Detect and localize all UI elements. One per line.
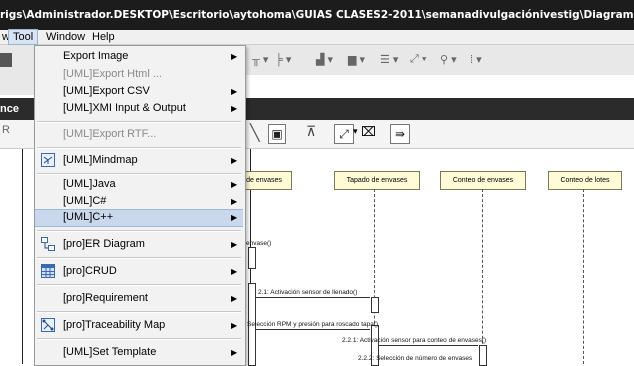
mindmap-icon xyxy=(41,153,55,167)
menu-item-requirement[interactable]: [pro]Requirement ▶ xyxy=(35,287,243,309)
select-icon[interactable]: R xyxy=(2,124,10,136)
align-icon[interactable]: ╥ ▾ xyxy=(252,53,268,66)
window-title: rigs\Administrador.DESKTOP\Escritorio\ay… xyxy=(0,9,634,21)
message-arrow[interactable] xyxy=(378,345,478,346)
menu-item-traceability-map[interactable]: [pro]Traceability Map ▶ xyxy=(35,314,243,336)
menu-help[interactable]: Help xyxy=(88,30,119,44)
arrow-tool-icon[interactable]: ⤢ xyxy=(334,124,354,144)
message-label: 2.1: Activación sensor de llenado() xyxy=(258,289,358,296)
lifeline-dash xyxy=(583,189,584,364)
grid-tool-icon[interactable]: ⌧ xyxy=(361,124,376,140)
menu-bar: w Tool Window Help xyxy=(0,29,634,45)
menu-separator xyxy=(37,147,241,149)
menu-item-er-diagram[interactable]: [pro]ER Diagram ▶ xyxy=(35,233,243,255)
message-label: 2.2.1: Activación sensor para conteo de … xyxy=(342,337,487,344)
submenu-arrow-icon: ▶ xyxy=(231,213,238,222)
distribute-icon[interactable]: ⁞ ▾ xyxy=(470,53,482,66)
menu-separator xyxy=(37,338,241,340)
submenu-arrow-icon: ▶ xyxy=(231,156,238,165)
menu-item-export-csv[interactable]: [UML]Export CSV ▶ xyxy=(35,83,243,101)
lifeline-box[interactable]: Conteo de envases xyxy=(440,171,526,190)
menu-window[interactable]: Window xyxy=(42,30,89,44)
snap-tool-icon[interactable]: ⇛ xyxy=(390,124,410,144)
fill-color-icon[interactable]: ▟ ▾ xyxy=(316,53,333,66)
activation-box[interactable] xyxy=(248,247,256,269)
activation-box[interactable] xyxy=(371,297,379,313)
lifeline-box[interactable]: Conteo de lotes xyxy=(548,171,622,190)
menu-separator xyxy=(37,284,241,286)
menu-tool[interactable]: Tool xyxy=(8,29,39,45)
message-label: 2.: Selección RPM y presión para roscado… xyxy=(238,321,379,328)
menu-separator xyxy=(37,121,241,123)
menu-separator xyxy=(37,311,241,313)
toolbar-icon[interactable] xyxy=(0,53,12,67)
submenu-arrow-icon: ▶ xyxy=(231,52,238,61)
pin-tool-icon[interactable]: ⊼ xyxy=(306,123,316,140)
panel-label: nce xyxy=(0,103,19,115)
line-tool-icon[interactable]: ╲ xyxy=(250,123,260,143)
activation-box[interactable] xyxy=(479,345,487,366)
window-title-bar: rigs\Administrador.DESKTOP\Escritorio\ay… xyxy=(0,0,634,30)
message-arrow[interactable] xyxy=(256,329,370,330)
menu-item-java[interactable]: [UML]Java ▶ xyxy=(35,176,243,193)
tool-menu-dropdown: Export Image ▶ [UML]Export Html ... [UML… xyxy=(34,45,246,366)
submenu-arrow-icon: ▶ xyxy=(231,321,238,330)
submenu-arrow-icon: ▶ xyxy=(231,197,238,206)
menu-separator xyxy=(37,230,241,232)
submenu-arrow-icon: ▶ xyxy=(231,104,238,113)
message-arrow[interactable] xyxy=(256,297,370,298)
message-label: envase() xyxy=(246,240,272,247)
menu-separator xyxy=(37,173,241,175)
message-label: 2.2.2: Selección de número de envases xyxy=(358,355,473,362)
menu-item-mindmap[interactable]: [UML]Mindmap ▶ xyxy=(35,150,243,170)
submenu-arrow-icon: ▶ xyxy=(231,180,238,189)
submenu-arrow-icon: ▶ xyxy=(231,348,238,357)
line-type-icon[interactable]: ⤢ ▾ xyxy=(410,53,426,66)
menu-item-crud[interactable]: [pro]CRUD ▶ xyxy=(35,260,243,282)
menu-separator xyxy=(37,257,241,259)
line-color-icon[interactable]: ▆ ▾ xyxy=(348,53,365,66)
menu-item-cpp[interactable]: [UML]C++ ▶ xyxy=(35,209,243,227)
align-left-icon[interactable]: ╞ ▾ xyxy=(275,53,291,66)
submenu-arrow-icon: ▶ xyxy=(231,267,238,276)
menu-item-csharp[interactable]: [UML]C# ▶ xyxy=(35,193,243,210)
layout-icon[interactable]: ⚲ ▾ xyxy=(440,53,457,66)
er-diagram-icon xyxy=(41,237,55,251)
frame-border-left xyxy=(22,149,23,364)
line-style-icon[interactable]: ☰ ▾ xyxy=(380,53,398,66)
menu-item-set-template[interactable]: [UML]Set Template ▶ xyxy=(35,341,243,363)
frame-tool-icon[interactable]: ▣ xyxy=(268,124,286,144)
menu-item-export-rtf: [UML]Export RTF... xyxy=(63,128,157,140)
menu-item-export-image[interactable]: Export Image ▶ xyxy=(35,48,243,66)
menu-item-export-html: [UML]Export Html ... xyxy=(63,68,163,80)
lifeline-box[interactable]: Tapado de envases xyxy=(334,171,420,190)
traceability-map-icon xyxy=(41,318,55,332)
crud-table-icon xyxy=(41,264,55,278)
submenu-arrow-icon: ▶ xyxy=(231,294,238,303)
menu-item-xmi[interactable]: [UML]XMI Input & Output ▶ xyxy=(35,100,243,118)
arrow-dropdown-icon[interactable]: ▾ xyxy=(353,126,358,137)
submenu-arrow-icon: ▶ xyxy=(231,87,238,96)
submenu-arrow-icon: ▶ xyxy=(231,240,238,249)
